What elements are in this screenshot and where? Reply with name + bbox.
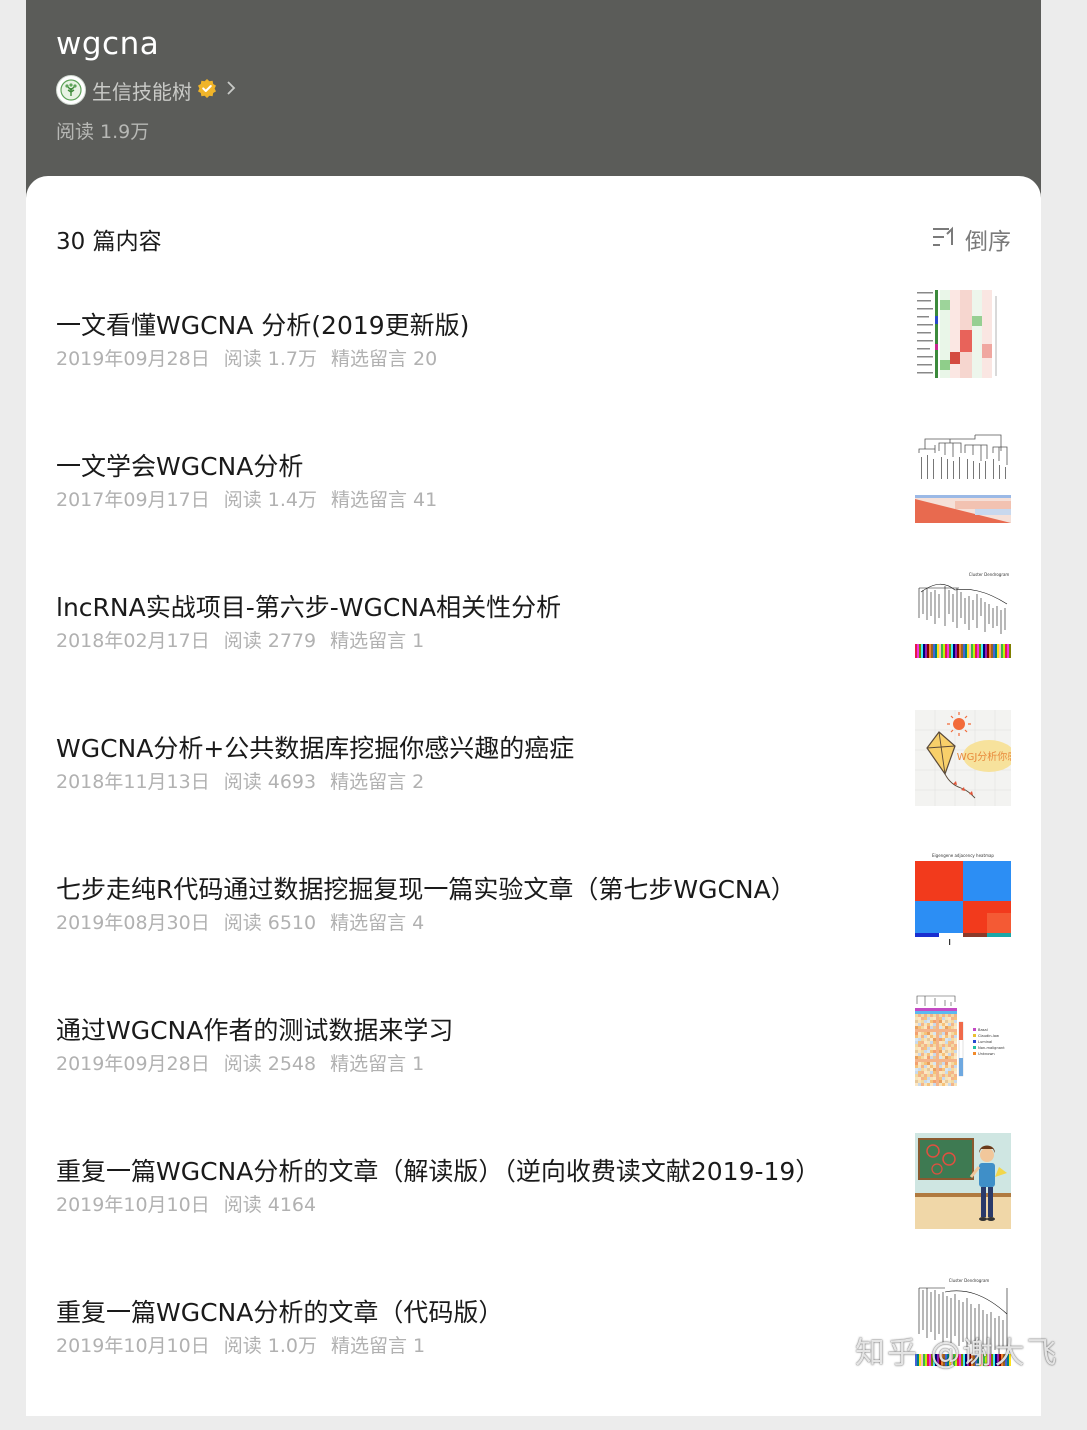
article-reads: 阅读 1.0万 bbox=[223, 1335, 317, 1357]
article-date: 2019年10月10日 bbox=[56, 1194, 210, 1216]
article-date: 2019年08月30日 bbox=[56, 912, 210, 934]
article-thumbnail bbox=[915, 1133, 1011, 1229]
article-thumbnail bbox=[915, 286, 1011, 382]
article-count: 30 篇内容 bbox=[56, 229, 162, 255]
article-item[interactable]: WGCNA分析+公共数据库挖掘你感兴趣的癌症 2018年11月13日 阅读 469… bbox=[26, 710, 1041, 866]
article-comments: 精选留言 41 bbox=[330, 489, 438, 511]
thumb-legend-item: Claudin-low bbox=[978, 1034, 999, 1038]
watermark-text: 知乎 @谢大飞 bbox=[855, 1336, 1059, 1371]
article-comments: 精选留言 1 bbox=[330, 630, 425, 652]
thumb-handwritten-text: WGJ分析你感 bbox=[957, 750, 1011, 763]
thumb-legend-item: Unknown bbox=[978, 1052, 995, 1056]
article-title: 重复一篇WGCNA分析的文章（代码版） bbox=[56, 1298, 504, 1327]
thumb-legend-item: Luminal bbox=[978, 1040, 992, 1044]
article-meta: 2019年10月10日 阅读 4164 bbox=[56, 1190, 330, 1217]
article-reads: 阅读 4164 bbox=[223, 1194, 317, 1216]
article-thumbnail: Basal Claudin-low Luminal Non-malignant … bbox=[915, 992, 1011, 1088]
article-meta: 2019年09月28日 阅读 1.7万 精选留言 20 bbox=[56, 344, 451, 371]
article-title: 一文学会WGCNA分析 bbox=[56, 452, 304, 481]
article-item[interactable]: 七步走纯R代码通过数据挖掘复现一篇实验文章（第七步WGCNA） 2019年08月… bbox=[26, 851, 1041, 1007]
article-meta: 2019年09月28日 阅读 2548 精选留言 1 bbox=[56, 1049, 438, 1076]
article-thumbnail: Cluster Dendrogram bbox=[915, 568, 1011, 664]
article-thumbnail bbox=[915, 431, 1011, 527]
album-read-count: 阅读 1.9万 bbox=[56, 121, 150, 143]
article-reads: 阅读 1.4万 bbox=[223, 489, 317, 511]
article-date: 2019年10月10日 bbox=[56, 1335, 210, 1357]
article-comments: 精选留言 1 bbox=[330, 1053, 425, 1075]
article-title: 重复一篇WGCNA分析的文章（解读版）（逆向收费读文献2019-19） bbox=[56, 1157, 821, 1186]
article-thumbnail: WGJ分析你感 bbox=[915, 710, 1011, 806]
article-item[interactable]: lncRNA实战项目-第六步-WGCNA相关性分析 2018年02月17日 阅读 … bbox=[26, 568, 1041, 725]
thumb-legend-item: Non-malignant bbox=[978, 1046, 1005, 1050]
article-date: 2019年09月28日 bbox=[56, 348, 210, 370]
article-title: WGCNA分析+公共数据库挖掘你感兴趣的癌症 bbox=[56, 734, 575, 763]
article-reads: 阅读 1.7万 bbox=[223, 348, 317, 370]
article-comments: 精选留言 1 bbox=[330, 1335, 426, 1357]
article-date: 2019年09月28日 bbox=[56, 1053, 210, 1075]
article-meta: 2017年09月17日 阅读 1.4万 精选留言 41 bbox=[56, 485, 451, 512]
sort-label: 倒序 bbox=[965, 229, 1011, 255]
thumb-chart-title: Eigengene adjacency heatmap bbox=[932, 853, 994, 858]
article-comments: 精选留言 20 bbox=[330, 348, 438, 370]
article-meta: 2019年08月30日 阅读 6510 精选留言 4 bbox=[56, 908, 438, 935]
article-title: lncRNA实战项目-第六步-WGCNA相关性分析 bbox=[56, 593, 562, 622]
article-reads: 阅读 2548 bbox=[223, 1053, 317, 1075]
author-link[interactable]: 生信技能树 bbox=[56, 74, 237, 106]
article-comments: 精选留言 2 bbox=[330, 771, 425, 793]
album-title: wgcna bbox=[56, 26, 160, 62]
sort-order-icon bbox=[931, 225, 957, 253]
sort-toggle-button[interactable]: 倒序 bbox=[931, 222, 1011, 256]
article-meta: 2018年02月17日 阅读 2779 精选留言 1 bbox=[56, 626, 438, 653]
article-item[interactable]: 通过WGCNA作者的测试数据来学习 2019年09月28日 阅读 2548 精选留言… bbox=[26, 992, 1041, 1148]
article-item[interactable]: 一文学会WGCNA分析 2017年09月17日 阅读 1.4万 精选留言 41 bbox=[26, 431, 1041, 584]
author-name: 生信技能树 bbox=[92, 79, 192, 104]
author-avatar bbox=[56, 75, 86, 105]
article-meta: 2019年10月10日 阅读 1.0万 精选留言 1 bbox=[56, 1331, 439, 1358]
thumb-legend-item: Basal bbox=[978, 1028, 988, 1032]
thumb-chart-title: Cluster Dendrogram bbox=[969, 572, 1010, 577]
article-date: 2018年02月17日 bbox=[56, 630, 210, 652]
verified-badge-icon bbox=[197, 78, 217, 102]
article-reads: 阅读 2779 bbox=[223, 630, 317, 652]
article-date: 2018年11月13日 bbox=[56, 771, 210, 793]
article-thumbnail: Eigengene adjacency heatmap bbox=[915, 851, 1011, 947]
article-title: 七步走纯R代码通过数据挖掘复现一篇实验文章（第七步WGCNA） bbox=[56, 875, 796, 904]
article-item[interactable]: 一文看懂WGCNA 分析(2019更新版) 2019年09月28日 阅读 1.7万… bbox=[26, 286, 1041, 443]
article-item[interactable]: 重复一篇WGCNA分析的文章（解读版）（逆向收费读文献2019-19） 2019… bbox=[26, 1133, 1041, 1289]
article-reads: 阅读 6510 bbox=[223, 912, 317, 934]
thumb-chart-title: Cluster Dendrogram bbox=[949, 1278, 990, 1283]
article-reads: 阅读 4693 bbox=[223, 771, 317, 793]
chevron-right-icon bbox=[225, 80, 237, 100]
article-comments: 精选留言 4 bbox=[330, 912, 425, 934]
article-date: 2017年09月17日 bbox=[56, 489, 210, 511]
article-title: 一文看懂WGCNA 分析(2019更新版) bbox=[56, 311, 470, 340]
article-title: 通过WGCNA作者的测试数据来学习 bbox=[56, 1016, 454, 1045]
article-meta: 2018年11月13日 阅读 4693 精选留言 2 bbox=[56, 767, 438, 794]
